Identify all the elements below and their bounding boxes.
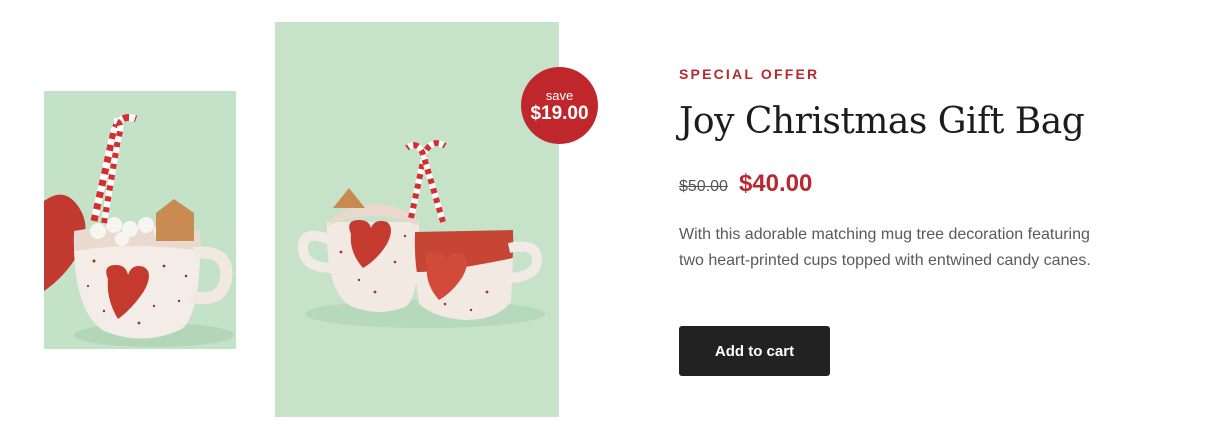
add-to-cart-button[interactable]: Add to cart — [679, 326, 830, 376]
price-row: $50.00 $40.00 — [679, 170, 812, 198]
save-badge: save $19.00 — [521, 67, 598, 144]
old-price: $50.00 — [679, 178, 728, 195]
product-description: With this adorable matching mug tree dec… — [679, 226, 1091, 269]
product-thumbnail-image[interactable] — [44, 91, 236, 349]
sale-price: $40.00 — [738, 170, 813, 197]
product-title: Joy Christmas Gift Bag — [679, 101, 1085, 142]
product-main-image[interactable] — [275, 22, 559, 417]
save-badge-amount: $19.00 — [530, 102, 589, 124]
mug-photo-thumbnail — [44, 91, 236, 349]
special-offer-label: SPECIAL OFFER — [679, 66, 820, 82]
mug-photo-main — [275, 22, 559, 417]
save-badge-label: save — [545, 87, 574, 103]
